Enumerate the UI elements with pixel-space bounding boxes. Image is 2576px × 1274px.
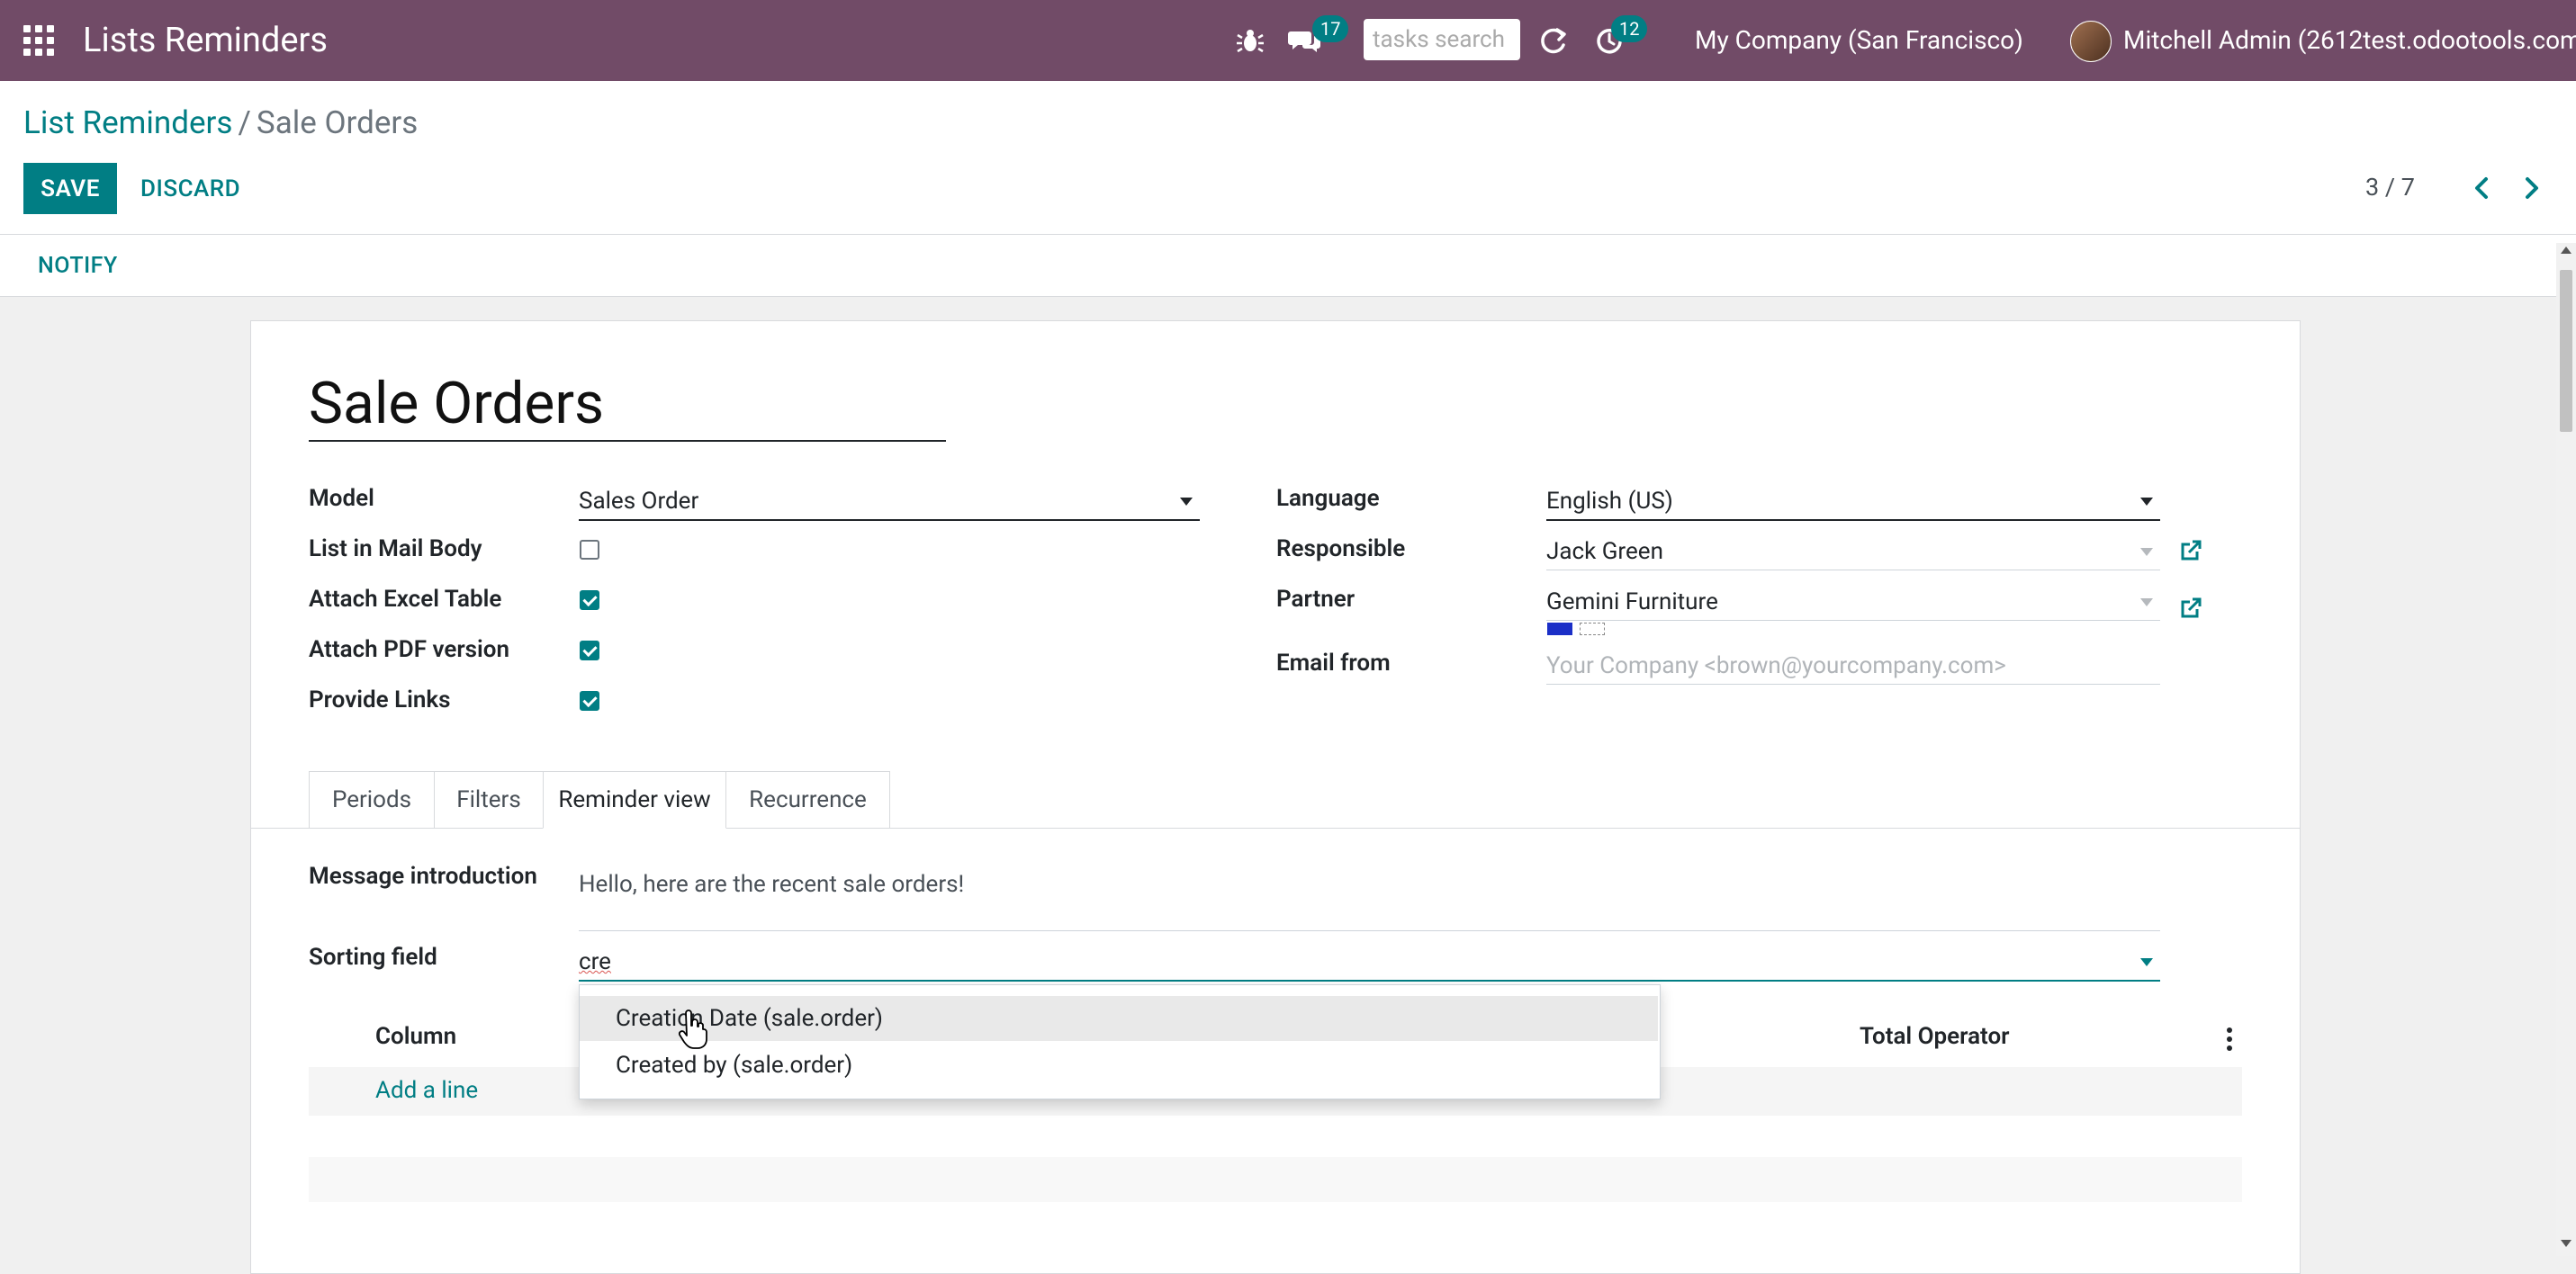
hand-cursor-icon [678, 1009, 707, 1049]
total-operator-header[interactable]: Total Operator [1860, 1020, 2010, 1053]
record-title-input[interactable]: Sale Orders [309, 368, 946, 442]
top-navbar: Lists Reminders 17 tasks search 12 My Co… [0, 0, 2576, 81]
responsible-value: Jack Green [1546, 538, 1663, 565]
partner-value: Gemini Furniture [1546, 588, 1718, 615]
tab-reminder-view[interactable]: Reminder view [543, 771, 726, 829]
image-placeholder-icon [1580, 623, 1605, 635]
breadcrumb: List Reminders / Sale Orders [23, 103, 418, 143]
activities-badge: 12 [1611, 15, 1648, 42]
partner-label: Partner [1276, 586, 1356, 613]
sorting-field-label: Sorting field [309, 944, 437, 971]
user-avatar[interactable] [2070, 21, 2112, 62]
provide-links-label: Provide Links [309, 686, 451, 713]
chevron-left-icon[interactable] [2464, 170, 2500, 206]
model-value: Sales Order [579, 488, 699, 515]
message-intro-underline [579, 930, 2160, 931]
tab-filters[interactable]: Filters [434, 771, 544, 829]
partner-field[interactable]: Gemini Furniture [1546, 584, 2160, 621]
language-value: English (US) [1546, 488, 1673, 515]
company-switcher[interactable]: My Company (San Francisco) [1695, 24, 2023, 57]
attach-excel-checkbox[interactable] [580, 590, 599, 610]
scroll-up-icon[interactable] [2561, 247, 2571, 254]
column-header[interactable]: Column [375, 1020, 456, 1053]
caret-down-icon [2140, 548, 2153, 556]
refresh-icon[interactable] [1536, 22, 1572, 58]
responsible-field[interactable]: Jack Green [1546, 534, 2160, 570]
caret-down-icon [2140, 498, 2153, 506]
apps-grid-icon[interactable] [23, 25, 56, 58]
notify-button[interactable]: NOTIFY [32, 246, 123, 285]
bug-icon[interactable] [1232, 22, 1268, 58]
scroll-down-icon[interactable] [2561, 1240, 2571, 1247]
app-title[interactable]: Lists Reminders [83, 20, 328, 61]
language-select[interactable]: English (US) [1546, 483, 2160, 521]
responsible-label: Responsible [1276, 535, 1406, 562]
discard-button[interactable]: DISCARD [131, 163, 249, 214]
list-in-mail-body-checkbox[interactable] [580, 540, 599, 560]
message-intro-value[interactable]: Hello, here are the recent sale orders! [579, 866, 964, 902]
language-label: Language [1276, 485, 1380, 512]
tasks-search-input[interactable]: tasks search [1364, 19, 1520, 60]
status-bar: NOTIFY [0, 234, 2576, 297]
message-intro-label: Message introduction [309, 863, 537, 890]
external-link-icon[interactable] [2177, 537, 2204, 564]
dropdown-option-creation-date[interactable]: Creation Date (sale.order) [580, 996, 1658, 1041]
page-scrollbar[interactable] [2556, 243, 2576, 1256]
flag-icon [1547, 623, 1572, 635]
attach-pdf-label: Attach PDF version [309, 636, 510, 663]
add-line-link[interactable]: Add a line [375, 1074, 478, 1107]
model-select[interactable]: Sales Order [579, 483, 1200, 521]
model-label: Model [309, 485, 374, 512]
provide-links-checkbox[interactable] [580, 691, 599, 711]
sorting-field-value: cre [579, 948, 611, 975]
sorting-field-input[interactable]: cre [579, 944, 2160, 982]
table-row [309, 1157, 2242, 1202]
breadcrumb-current: Sale Orders [256, 104, 419, 141]
control-panel: List Reminders / Sale Orders SAVE DISCARD … [0, 81, 2576, 234]
external-link-icon[interactable] [2177, 595, 2204, 622]
pager-value[interactable]: 3 / 7 [2365, 171, 2415, 203]
user-menu[interactable]: Mitchell Admin (2612test.odootools.com) [2123, 24, 2576, 57]
tab-recurrence[interactable]: Recurrence [725, 771, 890, 829]
caret-down-icon [2140, 958, 2153, 966]
caret-down-icon [1180, 498, 1193, 506]
caret-down-icon [2140, 598, 2153, 606]
breadcrumb-parent[interactable]: List Reminders [23, 104, 232, 141]
tab-periods[interactable]: Periods [309, 771, 435, 829]
chevron-right-icon[interactable] [2513, 170, 2549, 206]
save-button[interactable]: SAVE [23, 163, 117, 214]
autocomplete-dropdown: Creation Date (sale.order) Created by (s… [579, 984, 1661, 1099]
breadcrumb-separator: / [238, 104, 251, 141]
dropdown-option-created-by[interactable]: Created by (sale.order) [580, 1043, 1658, 1088]
column-options-icon[interactable] [2226, 1027, 2233, 1051]
attach-pdf-checkbox[interactable] [580, 641, 599, 660]
messages-badge: 17 [1312, 15, 1349, 42]
email-from-input[interactable]: Your Company <brown@yourcompany.com> [1546, 648, 2160, 685]
scrollbar-thumb[interactable] [2560, 270, 2572, 432]
list-in-mail-body-label: List in Mail Body [309, 535, 482, 562]
email-from-label: Email from [1276, 650, 1391, 677]
attach-excel-label: Attach Excel Table [309, 586, 502, 613]
form-sheet: Sale Orders Model Sales Order List in Ma… [250, 320, 2301, 1274]
